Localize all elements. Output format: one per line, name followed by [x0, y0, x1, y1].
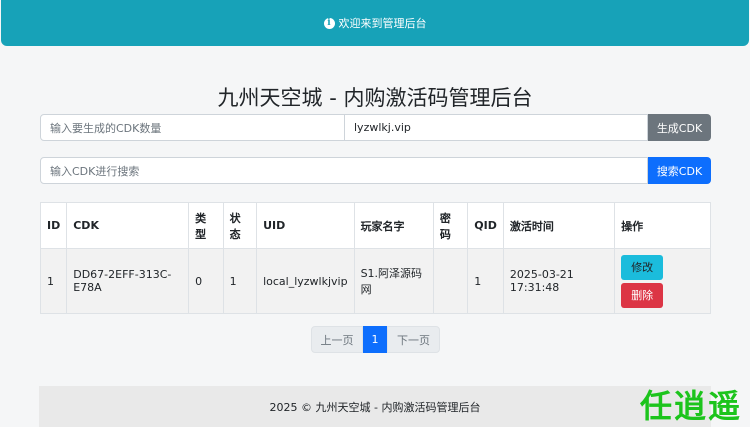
search-input[interactable]: 输入CDK进行搜索 [40, 157, 648, 184]
col-header-qid: QID [467, 202, 504, 249]
col-header-player-name: 玩家名字 [353, 202, 434, 249]
col-header-type: 类型 [188, 202, 224, 249]
next-page-button[interactable]: 下一页 [387, 326, 440, 353]
generate-form: 输入要生成的CDK数量 lyzwlkj.vip 生成CDK [40, 114, 711, 141]
info-circle-icon: i [323, 17, 335, 29]
cell-player-name: S1.阿泽源码网 [353, 248, 434, 314]
delete-button[interactable]: 删除 [621, 282, 664, 308]
cell-actions: 修改 删除 [614, 248, 711, 314]
cell-cdk: DD67-2EFF-313C-E78A [66, 248, 190, 314]
col-header-id: ID [39, 202, 68, 249]
pagination: 上一页 1 下一页 [311, 326, 440, 353]
table-row: 1 DD67-2EFF-313C-E78A 0 1 local_lyzwlkjv… [39, 248, 711, 314]
welcome-alert: i 欢迎来到管理后台 [1, 0, 749, 46]
cell-type: 0 [188, 248, 224, 314]
prev-page-button[interactable]: 上一页 [311, 326, 363, 353]
cdk-count-input[interactable]: 输入要生成的CDK数量 [40, 114, 345, 141]
edit-button[interactable]: 修改 [621, 254, 664, 280]
cdk-table: ID CDK 类型 状态 UID 玩家名字 密码 QID 激活时间 操作 1 D… [39, 202, 711, 314]
col-header-actions: 操作 [614, 202, 711, 249]
cell-password [432, 248, 469, 314]
col-header-password: 密码 [432, 202, 469, 249]
cell-activated-at: 2025-03-21 17:31:48 [502, 248, 616, 314]
search-cdk-button[interactable]: 搜索CDK [648, 157, 711, 184]
footer-text: 2025 © 九州天空城 - 内购激活码管理后台 [269, 400, 481, 414]
cell-uid: local_lyzwlkjvip [256, 248, 355, 314]
table-header-row: ID CDK 类型 状态 UID 玩家名字 密码 QID 激活时间 操作 [39, 202, 711, 249]
col-header-status: 状态 [222, 202, 258, 249]
cell-id: 1 [39, 248, 68, 314]
footer: 2025 © 九州天空城 - 内购激活码管理后台 [39, 386, 711, 427]
cell-status: 1 [222, 248, 258, 314]
page-1-button[interactable]: 1 [363, 326, 387, 353]
domain-input[interactable]: lyzwlkj.vip [345, 114, 648, 141]
col-header-cdk: CDK [66, 202, 190, 249]
col-header-uid: UID [256, 202, 355, 249]
alert-text: 欢迎来到管理后台 [338, 17, 427, 30]
generate-cdk-button[interactable]: 生成CDK [648, 114, 711, 141]
page-title: 九州天空城 - 内购激活码管理后台 [217, 86, 533, 110]
watermark-logo: 任逍遥 [639, 387, 742, 425]
col-header-activated-at: 激活时间 [502, 202, 616, 249]
cell-qid: 1 [467, 248, 504, 314]
search-form: 输入CDK进行搜索 搜索CDK [40, 157, 711, 184]
